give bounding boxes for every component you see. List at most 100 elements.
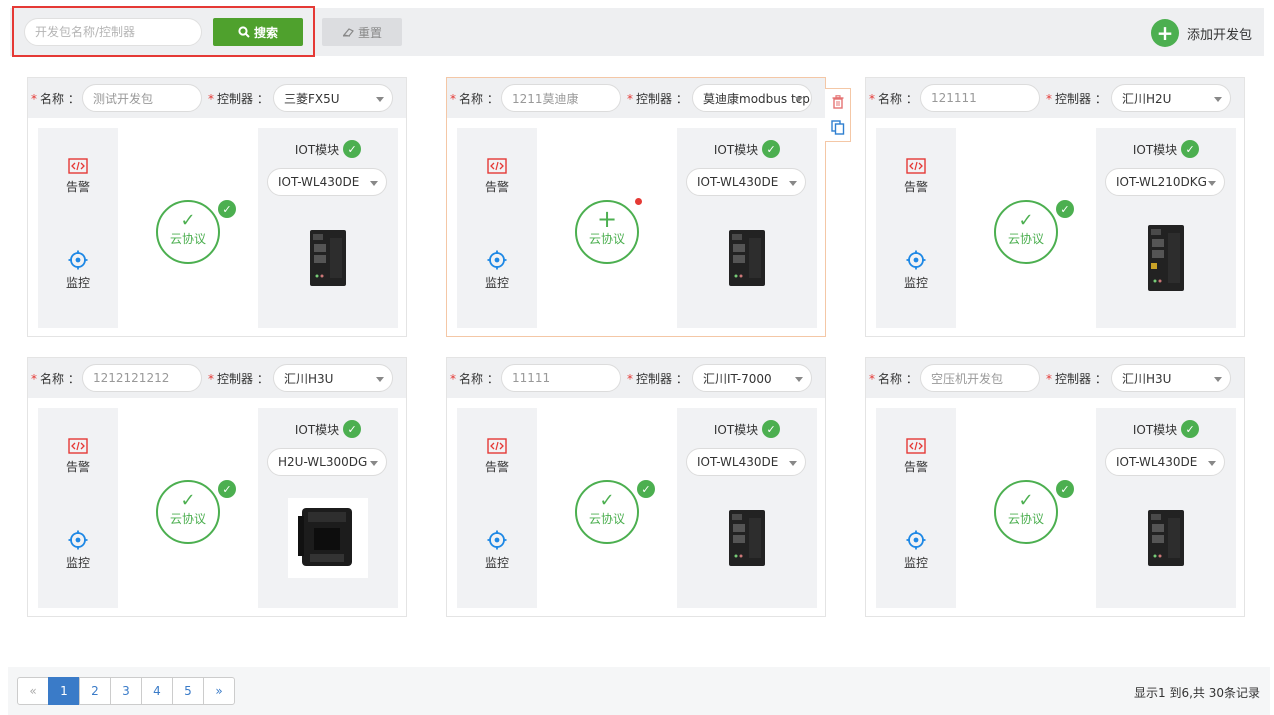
name-label: * 名称 ：: [869, 92, 918, 106]
package-card[interactable]: * 名称 ： 1212121212 * 控制器 ：汇川H3U 告警 监控 ✓ 云协议 ✓ IOT模块…: [27, 357, 407, 617]
pagination-page-5[interactable]: 5: [172, 677, 204, 705]
cloud-protocol-button[interactable]: ✓ 云协议: [994, 480, 1058, 544]
pagination-page-3[interactable]: 3: [110, 677, 142, 705]
alarm-label: 告警: [65, 460, 90, 474]
cloud-protocol-button[interactable]: ✓ 云协议: [156, 480, 220, 544]
package-card[interactable]: * 名称 ：测试开发包 * 控制器 ：三菱FX5U 告警 监控 ✓ 云协议 ✓ IOT模块 ✓ IOT…: [27, 77, 407, 337]
cloud-protocol-label: 云协议: [588, 232, 625, 246]
cloud-protocol-label: 云协议: [1007, 512, 1044, 526]
toolbar: 搜索 重置 + 添加开发包: [10, 6, 1264, 57]
alarm-button[interactable]: 告警: [876, 158, 956, 195]
iot-module-select[interactable]: H2U-WL300DG: [267, 448, 387, 476]
iot-module-select[interactable]: IOT-WL430DE: [267, 168, 387, 196]
name-input[interactable]: 空压机开发包: [920, 364, 1040, 392]
cloud-protocol-label: 云协议: [169, 512, 206, 526]
card-header: * 名称 ： 121111 * 控制器 ： 汇川H2U: [866, 78, 1244, 118]
crosshair-icon: [906, 530, 926, 550]
pagination-next[interactable]: »: [203, 677, 235, 705]
alarm-label: 告警: [65, 180, 90, 194]
cloud-protocol-button[interactable]: + 云协议: [575, 200, 639, 264]
name-input[interactable]: 11111: [501, 364, 621, 392]
caret-down-icon: [1214, 377, 1222, 382]
iot-title: IOT模块 ✓: [677, 140, 817, 158]
plus-circle-icon: +: [1150, 19, 1179, 47]
package-card[interactable]: * 名称 ： 1211莫迪康 * 控制器 ： 莫迪康modbus tcp 告警 监控 + 云协议 I…: [446, 77, 826, 337]
controller-select[interactable]: 三菱FX5U: [273, 84, 393, 112]
trash-icon[interactable]: [832, 95, 844, 109]
caret-down-icon: [1208, 181, 1216, 186]
monitor-label: 监控: [903, 556, 928, 570]
cloud-protocol-button[interactable]: ✓ 云协议: [994, 200, 1058, 264]
pagination-page-4[interactable]: 4: [141, 677, 173, 705]
iot-panel: IOT模块 ✓ IOT-WL430DE: [677, 128, 817, 328]
controller-label: * 控制器 ：: [208, 92, 269, 106]
cloud-protocol-button[interactable]: ✓ 云协议: [575, 480, 639, 544]
monitor-button[interactable]: 监控: [38, 250, 118, 291]
check-circle-icon: ✓: [1181, 140, 1200, 158]
controller-select[interactable]: 汇川H3U: [1111, 364, 1231, 392]
check-icon: ✓: [599, 490, 615, 511]
pagination-prev[interactable]: «: [17, 677, 49, 705]
reset-button[interactable]: 重置: [322, 18, 402, 46]
alarm-label: 告警: [484, 180, 509, 194]
add-package-button[interactable]: + 添加开发包: [1150, 18, 1252, 48]
alarm-button[interactable]: 告警: [876, 438, 956, 475]
check-circle-icon: ✓: [1181, 420, 1200, 438]
pagination-page-1[interactable]: 1: [48, 677, 80, 705]
card-side-actions: [825, 88, 851, 142]
controller-select[interactable]: 汇川IT-7000: [692, 364, 812, 392]
alarm-button[interactable]: 告警: [38, 438, 118, 475]
package-card[interactable]: * 名称 ： 121111 * 控制器 ：汇川H2U 告警 监控 ✓ 云协议 ✓ IOT模块 ✓ IOT…: [865, 77, 1245, 337]
copy-icon[interactable]: [831, 120, 845, 135]
package-card[interactable]: * 名称 ： 11111 * 控制器 ：汇川IT-7000 告警 监控 ✓ 云协议 ✓ IOT模块 ✓…: [446, 357, 826, 617]
card-header: * 名称 ：空压机开发包 * 控制器 ： 汇川H3U: [866, 358, 1244, 398]
controller-label: * 控制器 ：: [208, 372, 269, 386]
monitor-label: 监控: [65, 556, 90, 570]
search-button[interactable]: 搜索: [213, 18, 303, 46]
check-circle-icon: ✓: [218, 200, 236, 218]
card-header: * 名称 ： 1212121212 * 控制器 ： 汇川H3U: [28, 358, 406, 398]
iot-title: IOT模块 ✓: [1096, 140, 1236, 158]
iot-module-select[interactable]: IOT-WL430DE: [686, 168, 806, 196]
caret-down-icon: [789, 461, 797, 466]
search-button-label: 搜索: [253, 25, 278, 40]
check-circle-icon: ✓: [637, 480, 655, 498]
monitor-button[interactable]: 监控: [457, 530, 537, 571]
monitor-button[interactable]: 监控: [38, 530, 118, 571]
iot-module-select[interactable]: IOT-WL430DE: [1105, 448, 1225, 476]
iot-title: IOT模块 ✓: [677, 420, 817, 438]
name-input[interactable]: 121111: [920, 84, 1040, 112]
controller-select[interactable]: 汇川H2U: [1111, 84, 1231, 112]
monitor-button[interactable]: 监控: [457, 250, 537, 291]
plus-icon: +: [596, 205, 618, 233]
package-card[interactable]: * 名称 ：空压机开发包 * 控制器 ：汇川H3U 告警 监控 ✓ 云协议 ✓ IOT模块 ✓ IOT…: [865, 357, 1245, 617]
crosshair-icon: [68, 530, 88, 550]
alarm-button[interactable]: 告警: [38, 158, 118, 195]
pagination-page-2[interactable]: 2: [79, 677, 111, 705]
name-input[interactable]: 1211莫迪康: [501, 84, 621, 112]
monitor-label: 监控: [484, 556, 509, 570]
alarm-button[interactable]: 告警: [457, 438, 537, 475]
alarm-button[interactable]: 告警: [457, 158, 537, 195]
crosshair-icon: [487, 250, 507, 270]
iot-module-select[interactable]: IOT-WL210DKG: [1105, 168, 1225, 196]
monitor-button[interactable]: 监控: [876, 530, 956, 571]
check-icon: ✓: [1018, 210, 1034, 231]
code-icon: [68, 438, 88, 454]
monitor-button[interactable]: 监控: [876, 250, 956, 291]
cloud-protocol-label: 云协议: [1007, 232, 1044, 246]
caret-down-icon: [1214, 97, 1222, 102]
reset-button-label: 重置: [357, 25, 382, 40]
monitor-label: 监控: [65, 276, 90, 290]
iot-module-select[interactable]: IOT-WL430DE: [686, 448, 806, 476]
controller-select[interactable]: 莫迪康modbus tcp: [692, 84, 812, 112]
search-input[interactable]: [24, 18, 202, 46]
cloud-protocol-label: 云协议: [588, 512, 625, 526]
name-input[interactable]: 测试开发包: [82, 84, 202, 112]
crosshair-icon: [487, 530, 507, 550]
card-header: * 名称 ： 11111 * 控制器 ： 汇川IT-7000: [447, 358, 825, 398]
cloud-protocol-button[interactable]: ✓ 云协议: [156, 200, 220, 264]
caret-down-icon: [370, 461, 378, 466]
name-input[interactable]: 1212121212: [82, 364, 202, 392]
controller-select[interactable]: 汇川H3U: [273, 364, 393, 392]
